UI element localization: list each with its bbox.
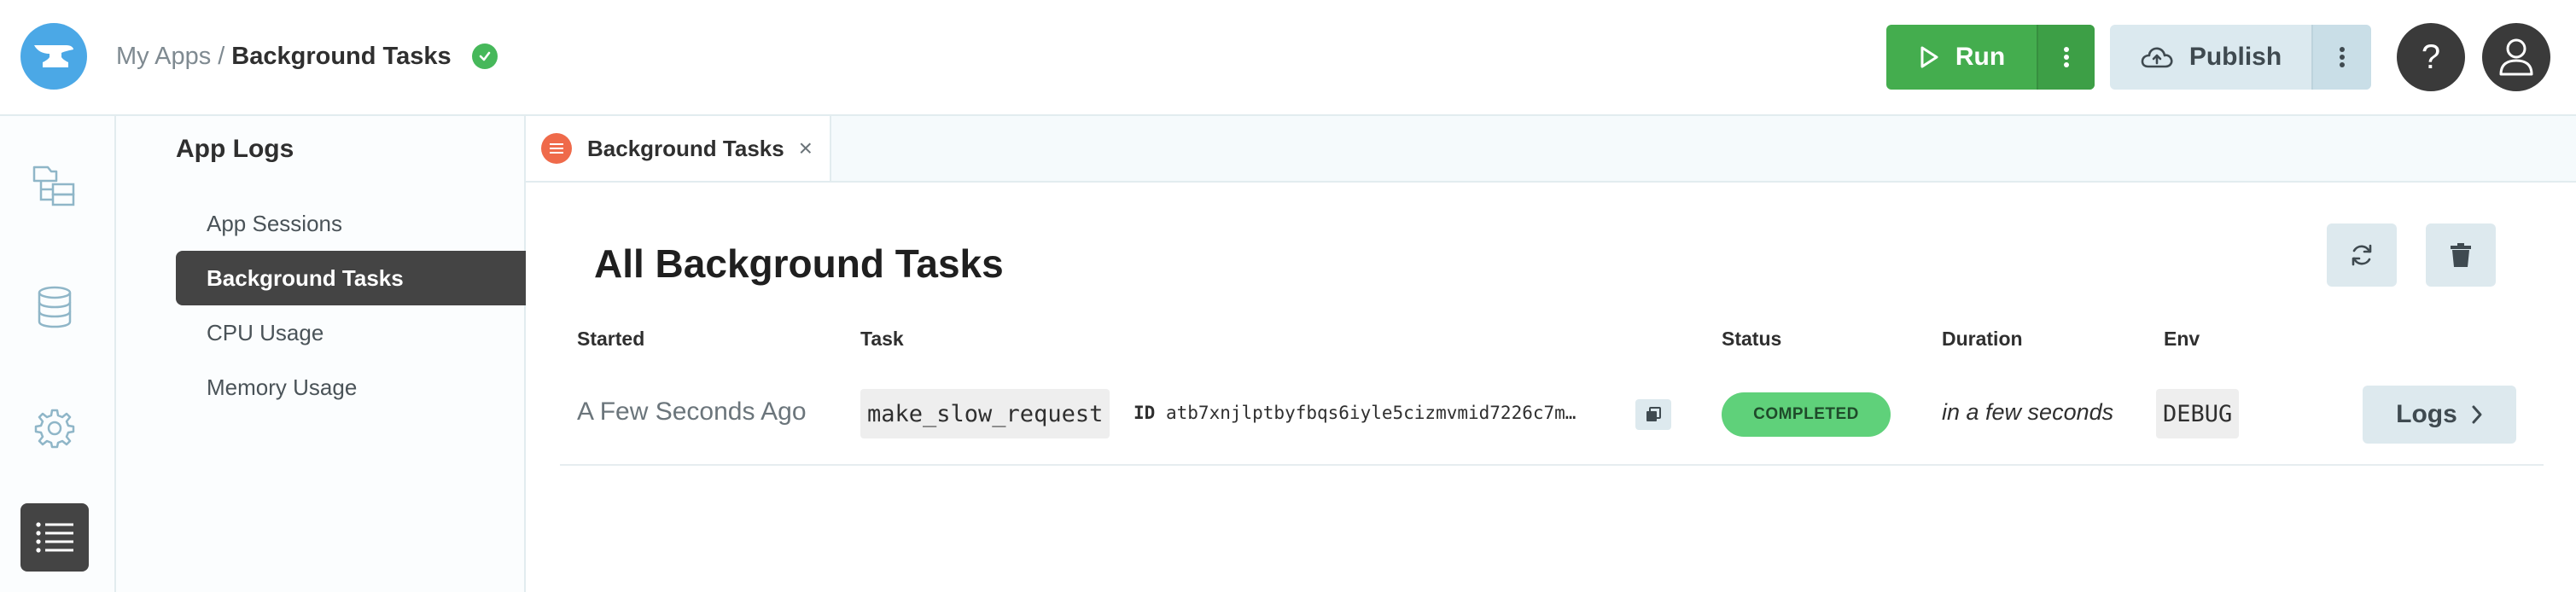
gear-icon (34, 409, 75, 449)
user-icon (2499, 38, 2533, 76)
sidebar-item-background-tasks[interactable]: Background Tasks (176, 251, 526, 305)
tab-label: Background Tasks (587, 135, 784, 161)
help-button[interactable]: ? (2397, 23, 2465, 91)
task-name: make_slow_request (860, 389, 1110, 438)
database-icon (38, 286, 72, 328)
breadcrumb-current-app: Background Tasks (231, 43, 452, 70)
close-icon[interactable]: × (799, 135, 813, 162)
logs-sidebar: App Logs App Sessions Background Tasks C… (116, 116, 526, 592)
anvil-logo[interactable] (20, 23, 87, 90)
more-vertical-icon (2064, 47, 2069, 67)
column-header-started: Started (577, 328, 645, 350)
publish-button-group: Publish (2110, 25, 2371, 90)
logs-sidebar-title: App Logs (176, 135, 294, 163)
started-cell: A Few Seconds Ago (577, 398, 807, 426)
breadcrumb-separator: / (218, 43, 225, 70)
rail-app-tree[interactable] (20, 152, 89, 220)
trash-icon (2451, 243, 2471, 267)
rail-data[interactable] (20, 273, 89, 341)
column-header-task: Task (860, 328, 904, 350)
sidebar-item-memory-usage[interactable]: Memory Usage (176, 360, 526, 415)
play-icon (1920, 46, 1938, 68)
row-divider (560, 464, 2544, 466)
rail-settings[interactable] (20, 394, 89, 462)
user-menu-button[interactable] (2482, 23, 2550, 91)
run-button-group: Run (1886, 25, 2095, 90)
page-title: All Background Tasks (594, 241, 1004, 286)
tab-background-tasks[interactable]: Background Tasks × (526, 116, 831, 181)
app-tree-icon (32, 165, 75, 206)
tab-bar: Background Tasks × (526, 116, 2576, 183)
rail-logs[interactable] (20, 503, 89, 572)
publish-label: Publish (2188, 43, 2282, 71)
icon-rail (0, 116, 116, 592)
copy-icon (1646, 407, 1661, 421)
column-header-duration: Duration (1942, 328, 2023, 350)
publish-options-button[interactable] (2311, 25, 2371, 90)
cloud-upload-icon (2141, 47, 2173, 68)
sidebar-item-app-sessions[interactable]: App Sessions (176, 196, 526, 251)
copy-id-button[interactable] (1635, 399, 1671, 430)
task-id-label: ID (1134, 403, 1156, 423)
logs-button[interactable]: Logs (2363, 386, 2516, 444)
refresh-button[interactable] (2327, 223, 2397, 287)
run-options-button[interactable] (2037, 25, 2095, 90)
breadcrumb-my-apps[interactable]: My Apps (116, 39, 211, 73)
question-icon: ? (2421, 38, 2441, 76)
publish-button[interactable]: Publish (2110, 25, 2311, 90)
run-button[interactable]: Run (1886, 25, 2037, 90)
status-badge: COMPLETED (1722, 392, 1891, 437)
breadcrumb: My Apps / Background Tasks (116, 39, 498, 73)
chevron-right-icon (2472, 405, 2482, 424)
list-icon (541, 133, 572, 164)
task-id: atb7xnjlptbyfbqs6iyle5cizmvmid7226c7m… (1166, 403, 1576, 423)
logs-button-label: Logs (2396, 400, 2457, 428)
column-header-env: Env (2164, 328, 2200, 350)
run-label: Run (1955, 43, 2006, 71)
env-badge: DEBUG (2156, 389, 2240, 438)
sidebar-item-cpu-usage[interactable]: CPU Usage (176, 305, 526, 360)
anvil-icon (34, 45, 73, 67)
check-icon (471, 44, 498, 69)
duration-cell: in a few seconds (1942, 399, 2114, 425)
column-header-status: Status (1722, 328, 1782, 350)
list-icon (36, 522, 73, 553)
more-vertical-icon (2340, 47, 2345, 67)
app-header: My Apps / Background Tasks Run Publish ? (0, 0, 2576, 116)
refresh-icon (2352, 244, 2372, 266)
delete-button[interactable] (2426, 223, 2496, 287)
